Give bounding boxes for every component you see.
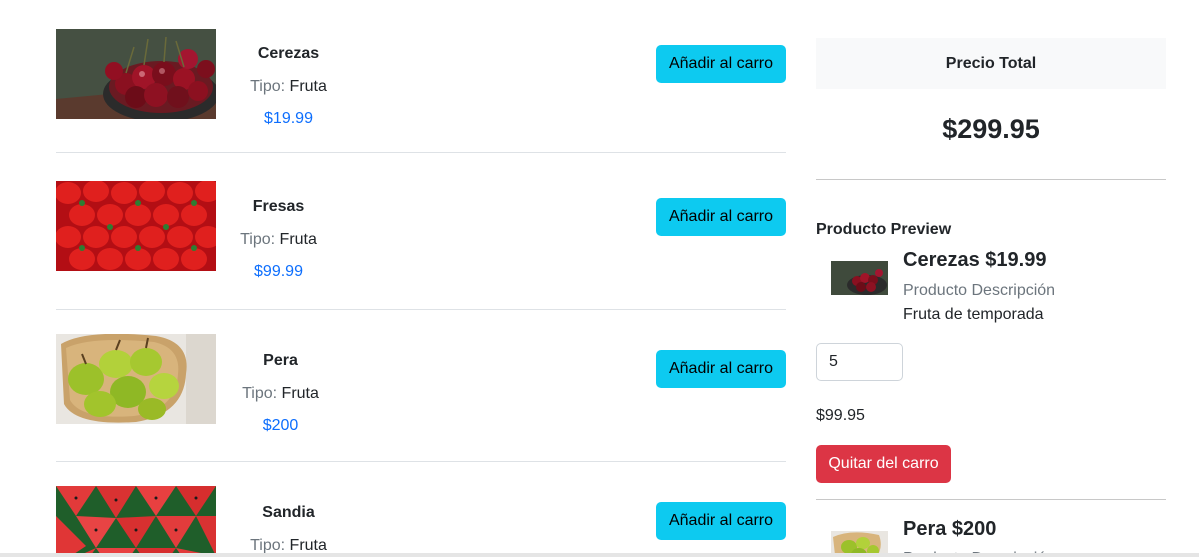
add-to-cart-button[interactable]: Añadir al carro — [656, 350, 786, 388]
product-type-value: Fruta — [289, 537, 327, 554]
product-price: $19.99 — [264, 110, 313, 127]
add-to-cart-button[interactable]: Añadir al carro — [656, 198, 786, 236]
product-type-value: Fruta — [279, 231, 317, 248]
divider — [816, 179, 1166, 180]
total-price-value: $299.95 — [942, 114, 1040, 144]
window-bottom-edge — [0, 553, 1199, 557]
remove-from-cart-button[interactable]: Quitar del carro — [816, 445, 951, 483]
product-info: Fresas Tipo: Fruta $99.99 — [206, 197, 351, 282]
product-row: Fresas Tipo: Fruta $99.99 Añadir al carr… — [56, 153, 786, 310]
pears-image — [56, 334, 216, 424]
product-type: Tipo: Fruta — [206, 230, 351, 250]
product-info: Pera Tipo: Fruta $200 — [208, 351, 353, 436]
quantity-input[interactable] — [816, 343, 903, 381]
product-type: Tipo: Fruta — [208, 384, 353, 404]
product-name: Sandia — [262, 504, 315, 521]
product-row: Cerezas Tipo: Fruta $19.99 Añadir al car… — [56, 0, 786, 153]
product-info: Cerezas Tipo: Fruta $19.99 — [216, 44, 361, 129]
product-row: Sandia Tipo: Fruta Añadir al carro — [56, 462, 786, 557]
product-type-value: Fruta — [281, 385, 319, 402]
cart-item-title: Pera $200 — [903, 518, 997, 540]
cart-item-subtotal: $99.95 — [816, 407, 865, 424]
strawberries-image — [56, 181, 216, 271]
product-row: Pera Tipo: Fruta $200 Añadir al carro — [56, 310, 786, 462]
product-type-value: Fruta — [289, 78, 327, 95]
product-type-label: Tipo: — [242, 385, 278, 402]
cart-item-description: Fruta de temporada — [903, 306, 1044, 323]
product-name: Cerezas — [257, 45, 320, 62]
product-price: $200 — [262, 417, 299, 434]
product-name: Pera — [263, 352, 298, 369]
add-to-cart-button[interactable]: Añadir al carro — [656, 45, 786, 83]
divider — [816, 499, 1166, 500]
cart-item-thumbnail — [831, 261, 888, 295]
add-to-cart-button[interactable]: Añadir al carro — [656, 502, 786, 540]
cart-item-description-label: Producto Descripción — [903, 282, 1056, 299]
product-info: Sandia Tipo: Fruta — [216, 503, 361, 556]
product-price: $99.99 — [254, 263, 303, 280]
preview-title: Producto Preview — [816, 221, 952, 238]
product-type-label: Tipo: — [250, 78, 286, 95]
cart-item-title: Cerezas $19.99 — [903, 249, 1047, 271]
product-name: Fresas — [252, 198, 305, 215]
product-type-label: Tipo: — [250, 537, 286, 554]
cherries-image — [56, 29, 216, 119]
total-price-header: Precio Total — [816, 38, 1166, 89]
watermelon-image — [56, 486, 216, 557]
product-type: Tipo: Fruta — [216, 77, 361, 97]
product-type-label: Tipo: — [240, 231, 276, 248]
